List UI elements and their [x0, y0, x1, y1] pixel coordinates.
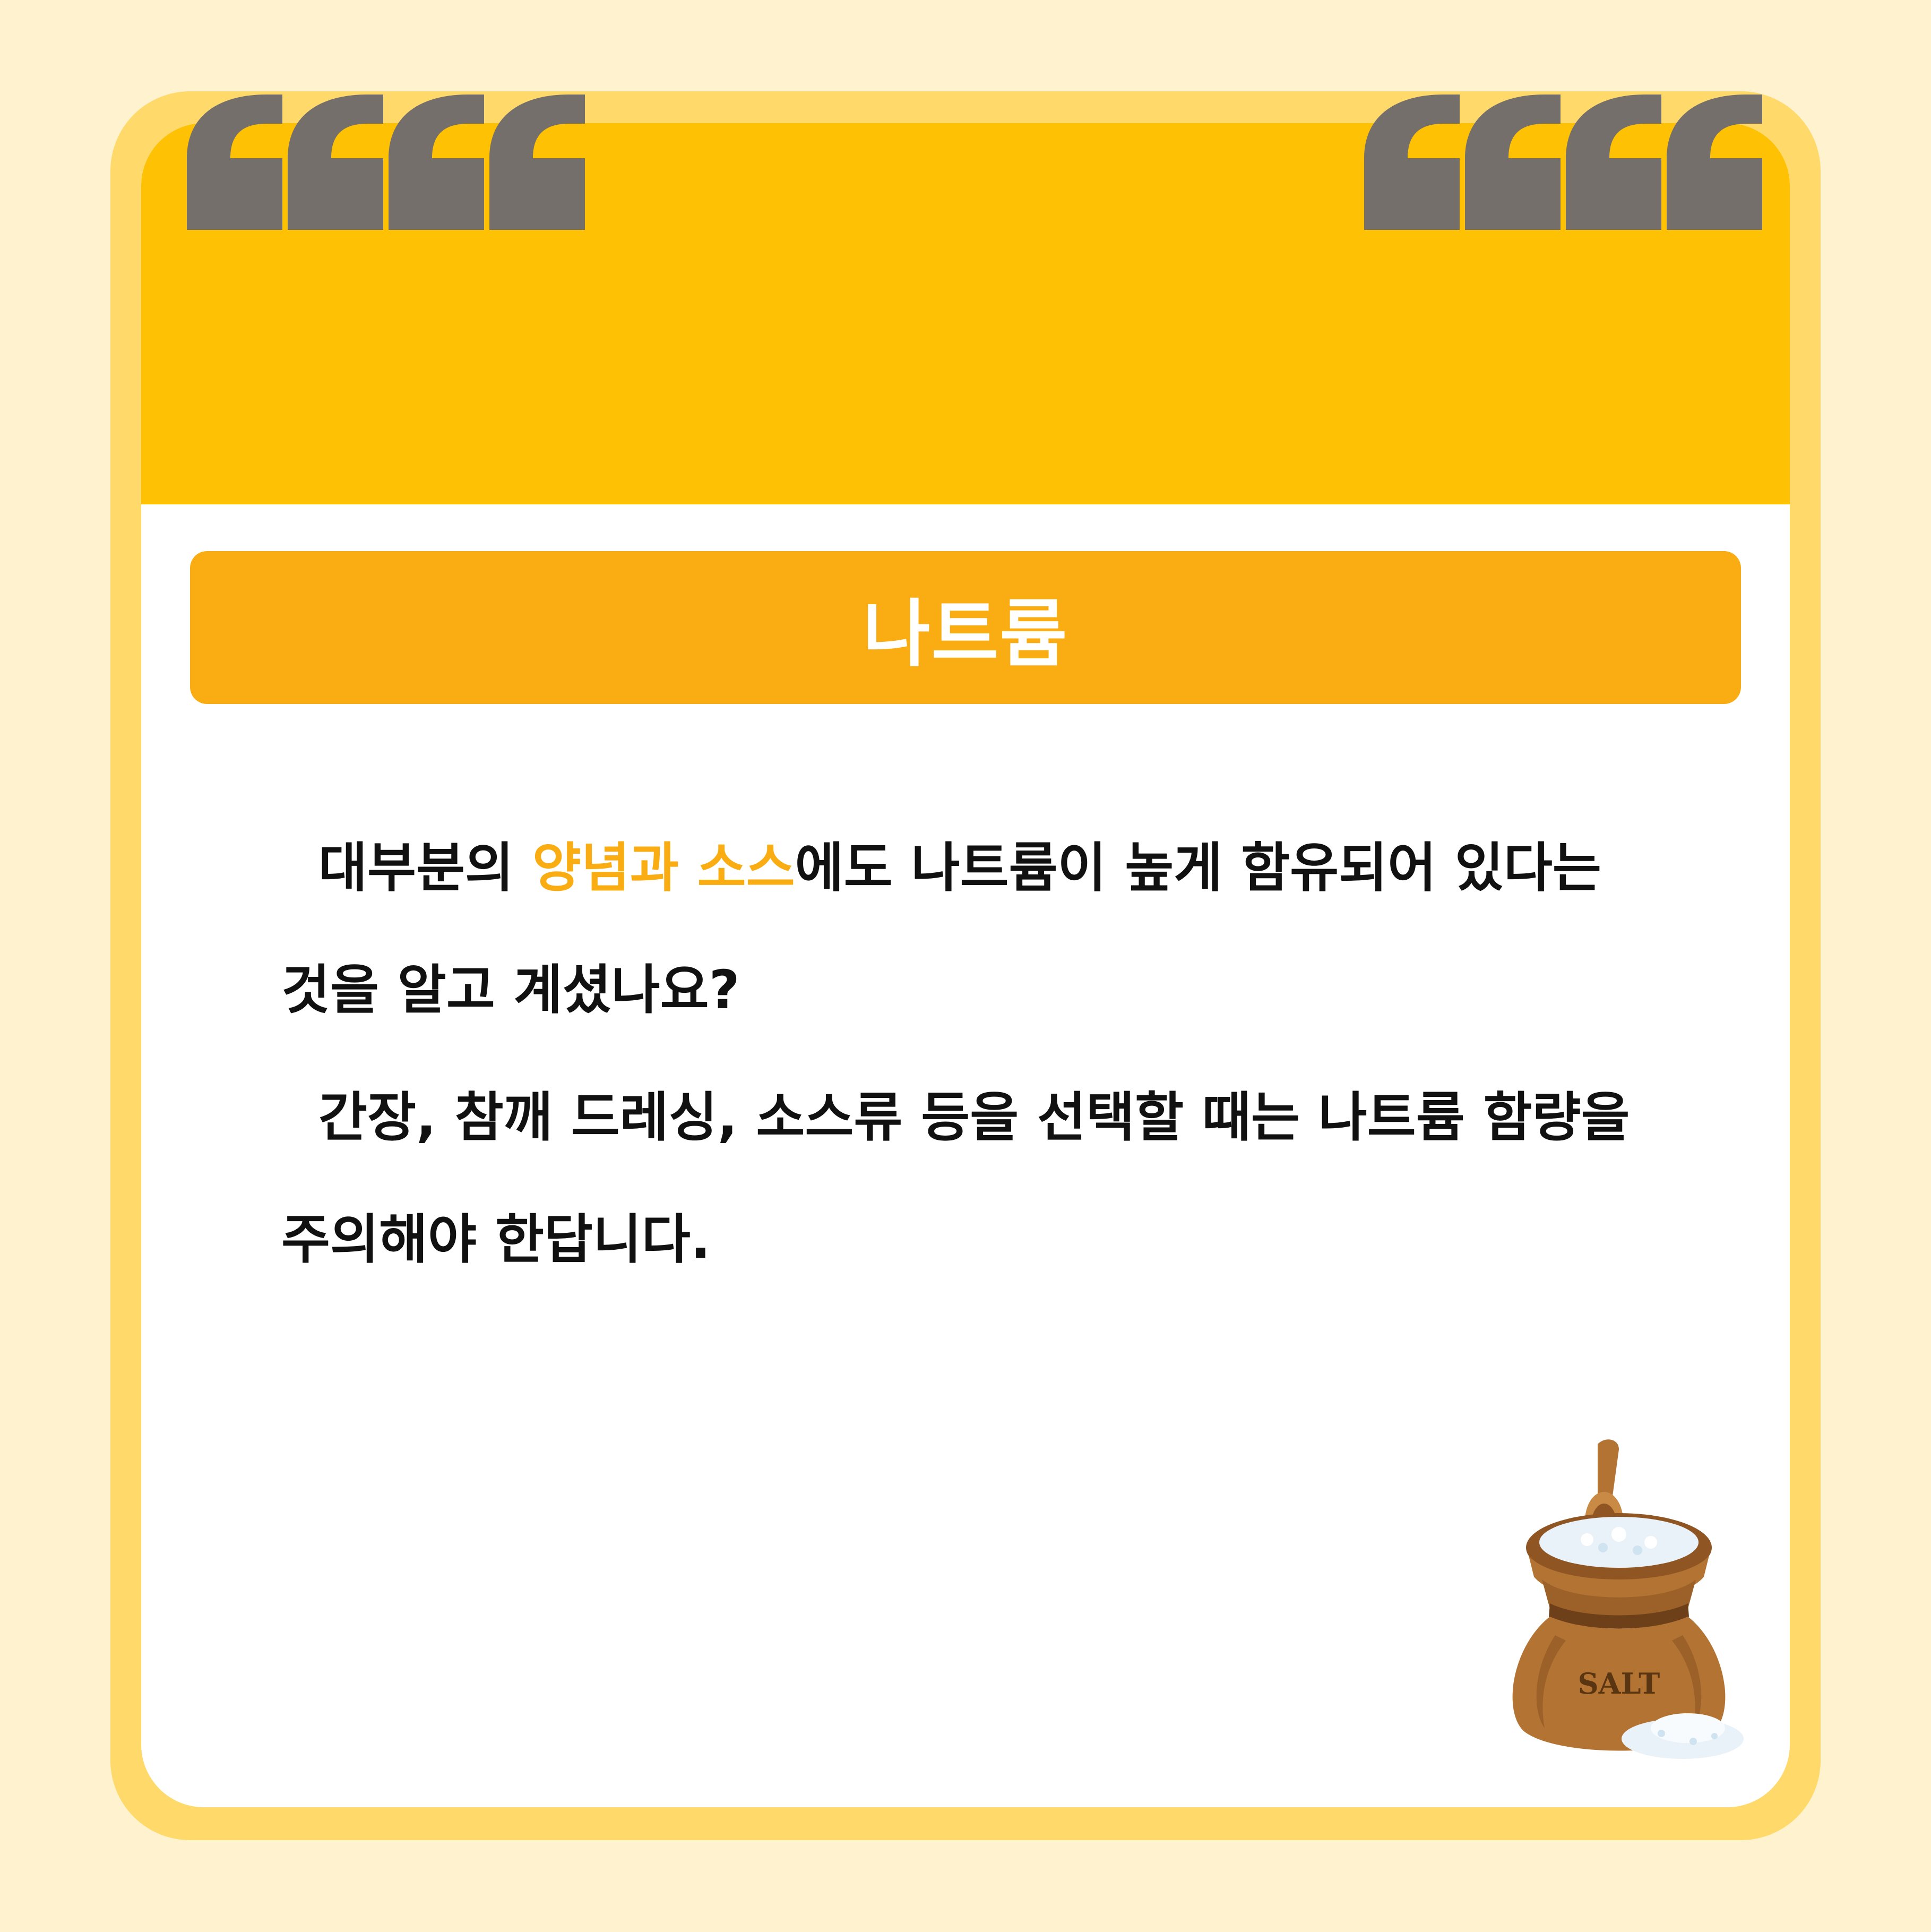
salt-sack-icon: SALT	[1512, 1439, 1744, 1759]
quote-mark-icon	[1465, 95, 1561, 230]
page: 나트륨 대부분의 양념과 소스에도 나트륨이 높게 함유되어 있다는 것을 알고…	[0, 0, 1931, 1932]
salt-label: SALT	[1578, 1667, 1660, 1701]
right-quote-marks	[1364, 95, 1762, 230]
card-body: 대부분의 양념과 소스에도 나트륨이 높게 함유되어 있다는 것을 알고 계셨나…	[281, 807, 1640, 1306]
quote-mark-icon	[1667, 95, 1762, 230]
quote-mark-icon	[389, 95, 484, 230]
card-title: 나트륨	[863, 591, 1068, 677]
quote-mark-icon	[489, 95, 585, 230]
quote-mark-icon	[288, 95, 383, 230]
paragraph-2: 간장, 참깨 드레싱, 소스류 등을 선택할 때는 나트륨 함량을 주의해야 한…	[281, 1057, 1640, 1301]
paragraph-2-text: 간장, 참깨 드레싱, 소스류 등을 선택할 때는 나트륨 함량을 주의해야 한…	[281, 1086, 1630, 1270]
paragraph-1-highlight: 양념과 소스	[532, 837, 795, 899]
paragraph-1: 대부분의 양념과 소스에도 나트륨이 높게 함유되어 있다는 것을 알고 계셨나…	[281, 807, 1640, 1051]
title-bar: 나트륨	[190, 551, 1741, 704]
paragraph-1-start: 대부분의	[318, 837, 532, 899]
quote-mark-icon	[1364, 95, 1460, 230]
quote-mark-icon	[1566, 95, 1661, 230]
left-quote-marks	[187, 95, 585, 230]
quote-mark-icon	[187, 95, 282, 230]
